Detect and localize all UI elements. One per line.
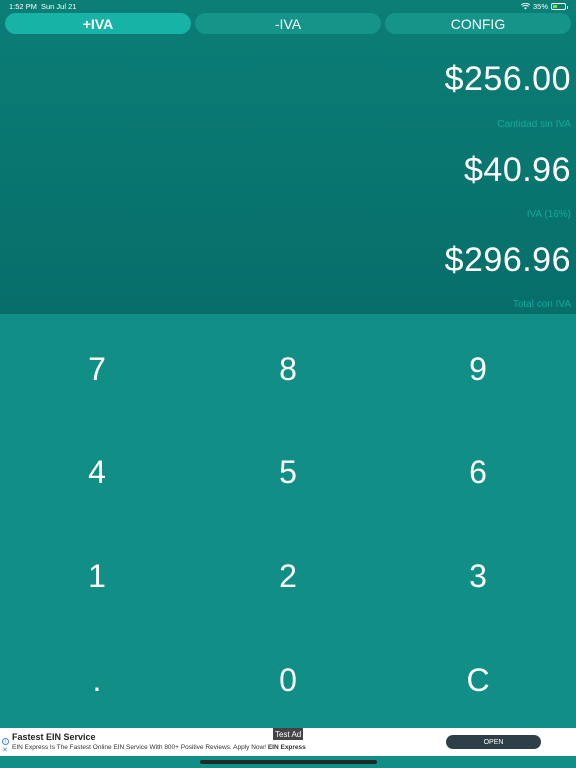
battery-icon xyxy=(551,3,568,10)
key-clear[interactable]: C xyxy=(448,660,508,700)
total-label: Total con IVA xyxy=(512,299,571,310)
tab-config[interactable]: CONFIG xyxy=(385,13,571,34)
key-3[interactable]: 3 xyxy=(448,556,508,596)
results-panel: 1:52 PM Sun Jul 21 35% +IVA -IVA CONFIG … xyxy=(0,0,576,314)
key-9[interactable]: 9 xyxy=(448,349,508,389)
battery-percent: 35% xyxy=(532,2,548,11)
status-time: 1:52 PM xyxy=(9,2,37,11)
mode-tabs: +IVA -IVA CONFIG xyxy=(5,13,571,34)
total-amount: $296.96 xyxy=(444,241,571,279)
status-right: 35% xyxy=(520,2,568,11)
key-7[interactable]: 7 xyxy=(67,349,127,389)
amount-without-iva-label: Cantidad sin IVA xyxy=(497,119,571,130)
status-date: Sun Jul 21 xyxy=(41,2,77,11)
ad-open-button[interactable]: OPEN xyxy=(446,735,541,749)
key-1[interactable]: 1 xyxy=(67,556,127,596)
iva-amount: $40.96 xyxy=(464,151,571,189)
tab-remove-iva[interactable]: -IVA xyxy=(195,13,381,34)
ad-description-text: EIN Express Is The Fastest Online EIN Se… xyxy=(12,744,267,751)
status-bar: 1:52 PM Sun Jul 21 35% xyxy=(0,0,576,13)
key-8[interactable]: 8 xyxy=(258,349,318,389)
key-4[interactable]: 4 xyxy=(67,452,127,492)
key-decimal[interactable]: . xyxy=(67,660,127,700)
ad-banner[interactable]: i ✕ Fastest EIN Service EIN Express Is T… xyxy=(0,728,576,756)
amount-without-iva: $256.00 xyxy=(444,60,571,98)
key-2[interactable]: 2 xyxy=(258,556,318,596)
ad-title[interactable]: Fastest EIN Service xyxy=(12,732,96,742)
iva-label: IVA (16%) xyxy=(526,209,571,220)
key-5[interactable]: 5 xyxy=(258,452,318,492)
ad-info-icon[interactable]: i xyxy=(2,738,9,745)
wifi-icon xyxy=(520,3,530,10)
home-indicator[interactable] xyxy=(200,760,377,764)
key-0[interactable]: 0 xyxy=(258,660,318,700)
tab-add-iva[interactable]: +IVA xyxy=(5,13,191,34)
test-ad-badge: Test Ad xyxy=(273,728,304,740)
ad-description: EIN Express Is The Fastest Online EIN Se… xyxy=(12,744,306,751)
key-6[interactable]: 6 xyxy=(448,452,508,492)
ad-advertiser: EIN Express xyxy=(267,744,306,751)
ad-close-icon[interactable]: ✕ xyxy=(2,747,8,754)
